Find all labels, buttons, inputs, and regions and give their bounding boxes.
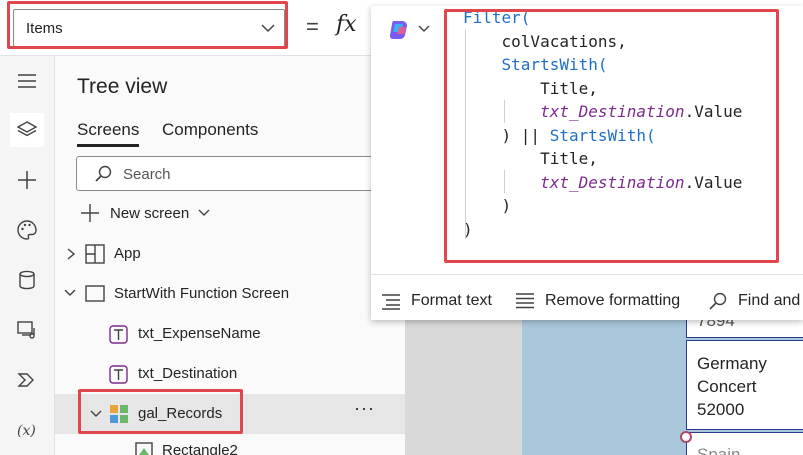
gallery-card-next[interactable]: Spain [686, 432, 803, 455]
tree-item-label: Rectangle2 [162, 442, 238, 455]
insert-plus-icon[interactable] [10, 163, 44, 197]
new-screen-label: New screen [110, 204, 190, 222]
chevron-right-icon [67, 248, 76, 260]
search-icon [709, 292, 727, 310]
lines-icon [516, 293, 534, 309]
format-text-label: Format text [411, 292, 492, 309]
tree-item-rectangle2[interactable]: Rectangle2 [55, 434, 405, 455]
hamburger-menu-icon[interactable] [10, 64, 44, 98]
highlight-box-property [7, 1, 288, 49]
equals-sign: = [306, 14, 319, 39]
fx-icon[interactable]: fx [336, 12, 357, 37]
divider [371, 274, 803, 275]
resize-handle[interactable] [680, 431, 692, 443]
tab-screens[interactable]: Screens [77, 120, 139, 140]
theme-palette-icon[interactable] [10, 213, 44, 247]
highlight-box-gallery [78, 389, 243, 434]
tab-components[interactable]: Components [162, 120, 258, 140]
search-icon [95, 165, 112, 182]
text-label-icon [109, 325, 128, 344]
card-country: Germany [697, 354, 767, 373]
format-lines-icon [382, 294, 400, 310]
rectangle-shape-icon [135, 442, 153, 455]
tree-item-label: txt_Destination [138, 365, 238, 382]
remove-formatting-label: Remove formatting [545, 292, 681, 309]
tree-item-label: StartWith Function Screen [114, 285, 290, 302]
app-icon [85, 244, 105, 264]
card-line: Spain [697, 445, 741, 455]
chevron-down-icon[interactable] [417, 22, 431, 36]
tree-item-label: App [114, 245, 141, 262]
plus-icon [81, 204, 99, 222]
find-and-label: Find and [738, 292, 801, 309]
find-and-replace-button[interactable]: Find and [708, 290, 800, 312]
search-placeholder: Search [123, 166, 171, 183]
screen-icon [85, 285, 105, 302]
remove-formatting-button[interactable]: Remove formatting [515, 290, 680, 312]
media-icon[interactable] [10, 313, 44, 347]
left-rail: (x) [0, 56, 55, 455]
active-tab-indicator [77, 144, 139, 147]
tree-item-txt-destination[interactable]: txt_Destination [55, 354, 405, 394]
gallery-card[interactable]: Germany Concert 52000 [686, 340, 803, 430]
tree-view-layers-icon[interactable] [10, 113, 44, 147]
tree-item-screen[interactable]: StartWith Function Screen [55, 274, 405, 314]
format-text-button[interactable]: Format text [381, 290, 492, 312]
chevron-down-icon [198, 209, 210, 216]
card-title: Concert [697, 377, 757, 396]
data-cylinder-icon[interactable] [10, 263, 44, 297]
search-input[interactable]: Search [76, 156, 385, 191]
highlight-box-formula [444, 9, 779, 263]
chevron-down-icon [64, 289, 76, 296]
text-label-icon [109, 365, 128, 384]
copilot-icon[interactable] [387, 18, 411, 42]
tree-item-app[interactable]: App [55, 234, 405, 274]
variables-icon[interactable]: (x) [10, 413, 44, 447]
panel-title: Tree view [77, 75, 168, 98]
svg-text:(x): (x) [17, 423, 36, 439]
new-screen-button[interactable]: New screen [80, 202, 211, 224]
power-automate-icon[interactable] [10, 363, 44, 397]
tree-item-label: txt_ExpenseName [138, 325, 261, 342]
more-options-button[interactable]: ··· [354, 398, 375, 419]
tree-item-txt-expensename[interactable]: txt_ExpenseName [55, 314, 405, 354]
card-amount: 52000 [697, 400, 745, 419]
